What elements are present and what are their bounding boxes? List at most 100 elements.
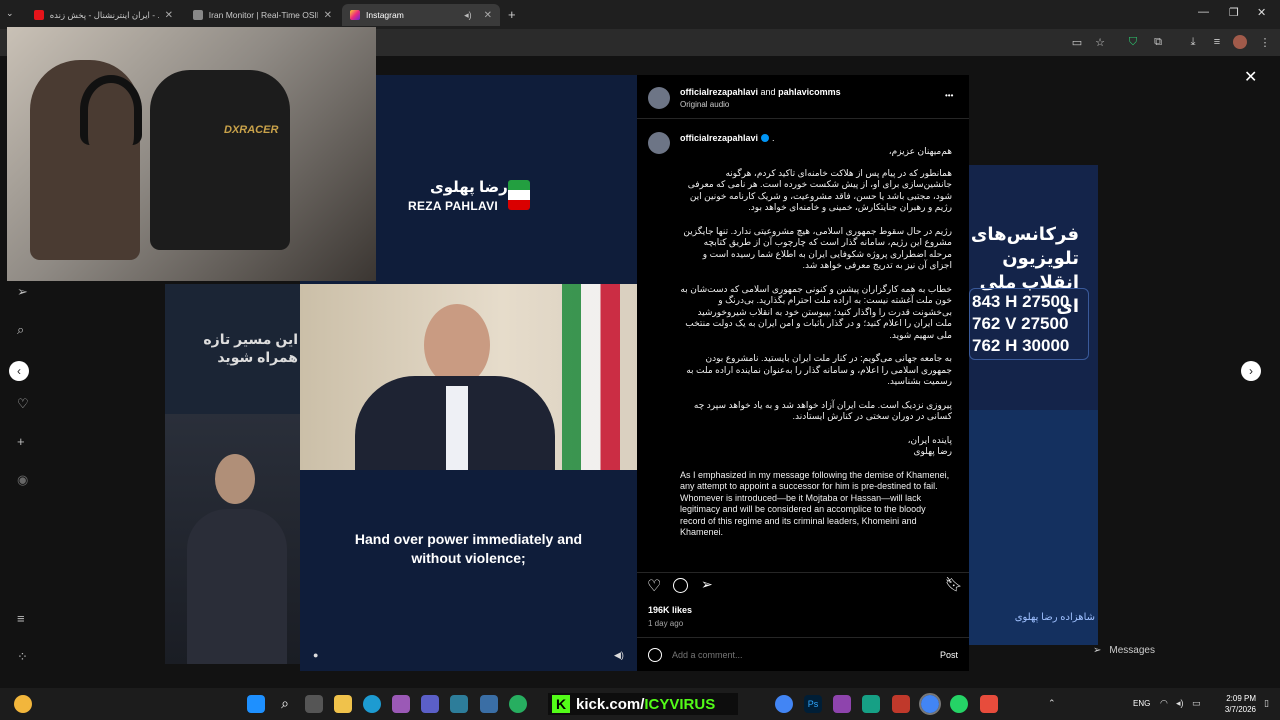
like-heart-icon[interactable]: ♡ [647, 576, 661, 596]
app-icon[interactable] [833, 695, 851, 713]
whatsapp-icon[interactable] [950, 695, 968, 713]
prev-post-text: این مسیر تازه همراه شوید [203, 331, 298, 365]
notifications-icon[interactable]: ▯ [1264, 698, 1269, 709]
post-time: 1 day ago [648, 619, 684, 628]
caption-body: هم‌میهنان عزیزم، همانطور که در پیام پس ا… [680, 146, 952, 586]
caption-signoff: پاینده ایران، رضا پهلوی [907, 434, 952, 457]
caption-english: As I emphasized in my message following … [680, 469, 950, 538]
file-explorer-icon[interactable] [334, 695, 352, 713]
profile-icon[interactable]: ◉ [17, 472, 33, 488]
download-icon[interactable]: ⤓ [1186, 35, 1200, 49]
shield-icon[interactable]: ⛉ [1126, 35, 1140, 49]
share-icon[interactable]: ➢ [701, 576, 713, 593]
app-icon[interactable] [509, 695, 527, 713]
user-tag-icon[interactable]: ● [313, 650, 318, 660]
chrome-icon[interactable] [775, 695, 793, 713]
chrome-active-icon[interactable] [919, 693, 941, 715]
volume-icon[interactable]: ◂) [1176, 698, 1184, 709]
close-icon[interactable]: ✕ [1244, 67, 1257, 87]
notifications-heart-icon[interactable]: ♡ [17, 396, 33, 412]
logo-english: REZA PAHLAVI [408, 199, 499, 213]
gaming-chair [150, 70, 290, 250]
screen-share-icon[interactable]: ▭ [1070, 35, 1084, 49]
emoji-icon[interactable] [648, 648, 662, 662]
mute-icon[interactable]: ◀) [614, 650, 624, 661]
teams-icon[interactable] [421, 695, 439, 713]
messages-button[interactable]: ➢ Messages [1093, 640, 1193, 660]
task-view-icon[interactable] [305, 695, 323, 713]
windows-start-icon[interactable] [247, 695, 265, 713]
search-icon[interactable]: ⌕ [17, 322, 33, 338]
create-icon[interactable]: + [17, 434, 33, 450]
prev-post-image [165, 414, 301, 664]
battery-icon[interactable]: ▭ [1192, 698, 1201, 709]
more-options-button[interactable]: ••• [945, 91, 953, 100]
globe-icon [193, 10, 203, 20]
restore-button[interactable]: ❐ [1229, 6, 1239, 19]
wifi-icon[interactable]: ◠ [1160, 698, 1168, 709]
username-link[interactable]: pahlavicomms [778, 87, 841, 97]
profile-avatar[interactable] [1233, 35, 1247, 49]
caption-paragraph: خطاب به همه کارگزاران پیشین و کنونی جمهو… [680, 283, 952, 340]
close-tab-icon[interactable]: ✕ [165, 10, 173, 21]
close-tab-icon[interactable]: ✕ [484, 10, 492, 21]
tab-iran-monitor[interactable]: Iran Monitor | Real-Time OSINT ✕ [185, 4, 340, 26]
author-username[interactable]: officialrezapahlavi [680, 133, 758, 143]
app-icon[interactable] [862, 695, 880, 713]
store-icon[interactable] [450, 695, 468, 713]
post-header-users: officialrezapahlavi and pahlavicomms [680, 87, 841, 97]
instagram-icon [350, 10, 360, 20]
media-icon[interactable]: ≡ [1210, 35, 1224, 49]
app-icon[interactable] [480, 695, 498, 713]
tab-iran-international[interactable]: ایران اینترنشنال - پخش زنده - ...be ✕ [26, 4, 181, 26]
caption-paragraph: هم‌میهنان عزیزم، [888, 146, 952, 156]
audio-label[interactable]: Original audio [680, 100, 729, 109]
post-comment-button[interactable]: Post [940, 650, 958, 660]
prev-arrow-button[interactable]: ‹ [9, 361, 29, 381]
app-icon[interactable] [980, 695, 998, 713]
language-indicator[interactable]: ENG [1133, 699, 1150, 708]
caption-author: officialrezapahlavi . [680, 133, 775, 143]
tab-instagram[interactable]: Instagram ◂) ✕ [342, 4, 500, 26]
headphones-icon [80, 75, 142, 145]
close-window-button[interactable]: ✕ [1257, 6, 1266, 19]
send-icon: ➢ [1093, 644, 1102, 656]
logo-persian: رضا پهلوی [430, 179, 508, 196]
divider [637, 118, 969, 119]
minimize-button[interactable]: — [1198, 6, 1209, 18]
menu-icon[interactable]: ⋮ [1258, 35, 1272, 49]
comment-input[interactable] [672, 648, 902, 662]
speaker-icon[interactable]: ◂) [464, 10, 472, 21]
frequency-box: 843 H 27500 762 V 27500 762 H 30000 [969, 288, 1089, 360]
bookmark-star-icon[interactable]: ☆ [1093, 35, 1107, 49]
explore-icon[interactable]: ➢ [17, 284, 33, 300]
close-tab-icon[interactable]: ✕ [324, 10, 332, 21]
app-icon[interactable] [892, 695, 910, 713]
meta-apps-icon[interactable]: ⁘ [17, 649, 33, 665]
comment-icon[interactable] [673, 578, 688, 593]
tray-chevron-icon[interactable]: ⌃ [1048, 698, 1056, 709]
video-frame [300, 284, 637, 470]
next-post-name: شاهزاده رضا پهلوی [1014, 612, 1095, 623]
username-link[interactable]: officialrezapahlavi [680, 87, 758, 97]
likes-count[interactable]: 196K likes [648, 605, 692, 615]
edge-icon[interactable] [363, 695, 381, 713]
search-icon[interactable]: ⌕ [276, 695, 294, 713]
divider [637, 572, 969, 573]
new-tab-button[interactable]: + [508, 7, 516, 22]
next-arrow-button[interactable]: › [1241, 361, 1261, 381]
clock[interactable]: 2:09 PM 3/7/2026 [1216, 693, 1256, 715]
avatar[interactable] [648, 87, 670, 109]
more-menu-icon[interactable]: ≡ [17, 611, 33, 627]
save-bookmark-icon[interactable]: 🔖︎ [945, 576, 963, 593]
weather-icon[interactable] [14, 695, 32, 713]
extensions-icon[interactable]: ⧉ [1151, 35, 1165, 49]
avatar[interactable] [648, 132, 670, 154]
photoshop-icon[interactable]: Ps [804, 695, 822, 713]
divider [637, 637, 969, 638]
verified-badge-icon [761, 134, 770, 142]
caption-paragraph: همانطور که در پیام پس از هلاکت خامنه‌ای … [687, 167, 952, 213]
tab-search-chevron-icon[interactable]: ⌄ [6, 8, 14, 19]
copilot-icon[interactable] [392, 695, 410, 713]
kick-logo-icon: K [552, 695, 570, 713]
